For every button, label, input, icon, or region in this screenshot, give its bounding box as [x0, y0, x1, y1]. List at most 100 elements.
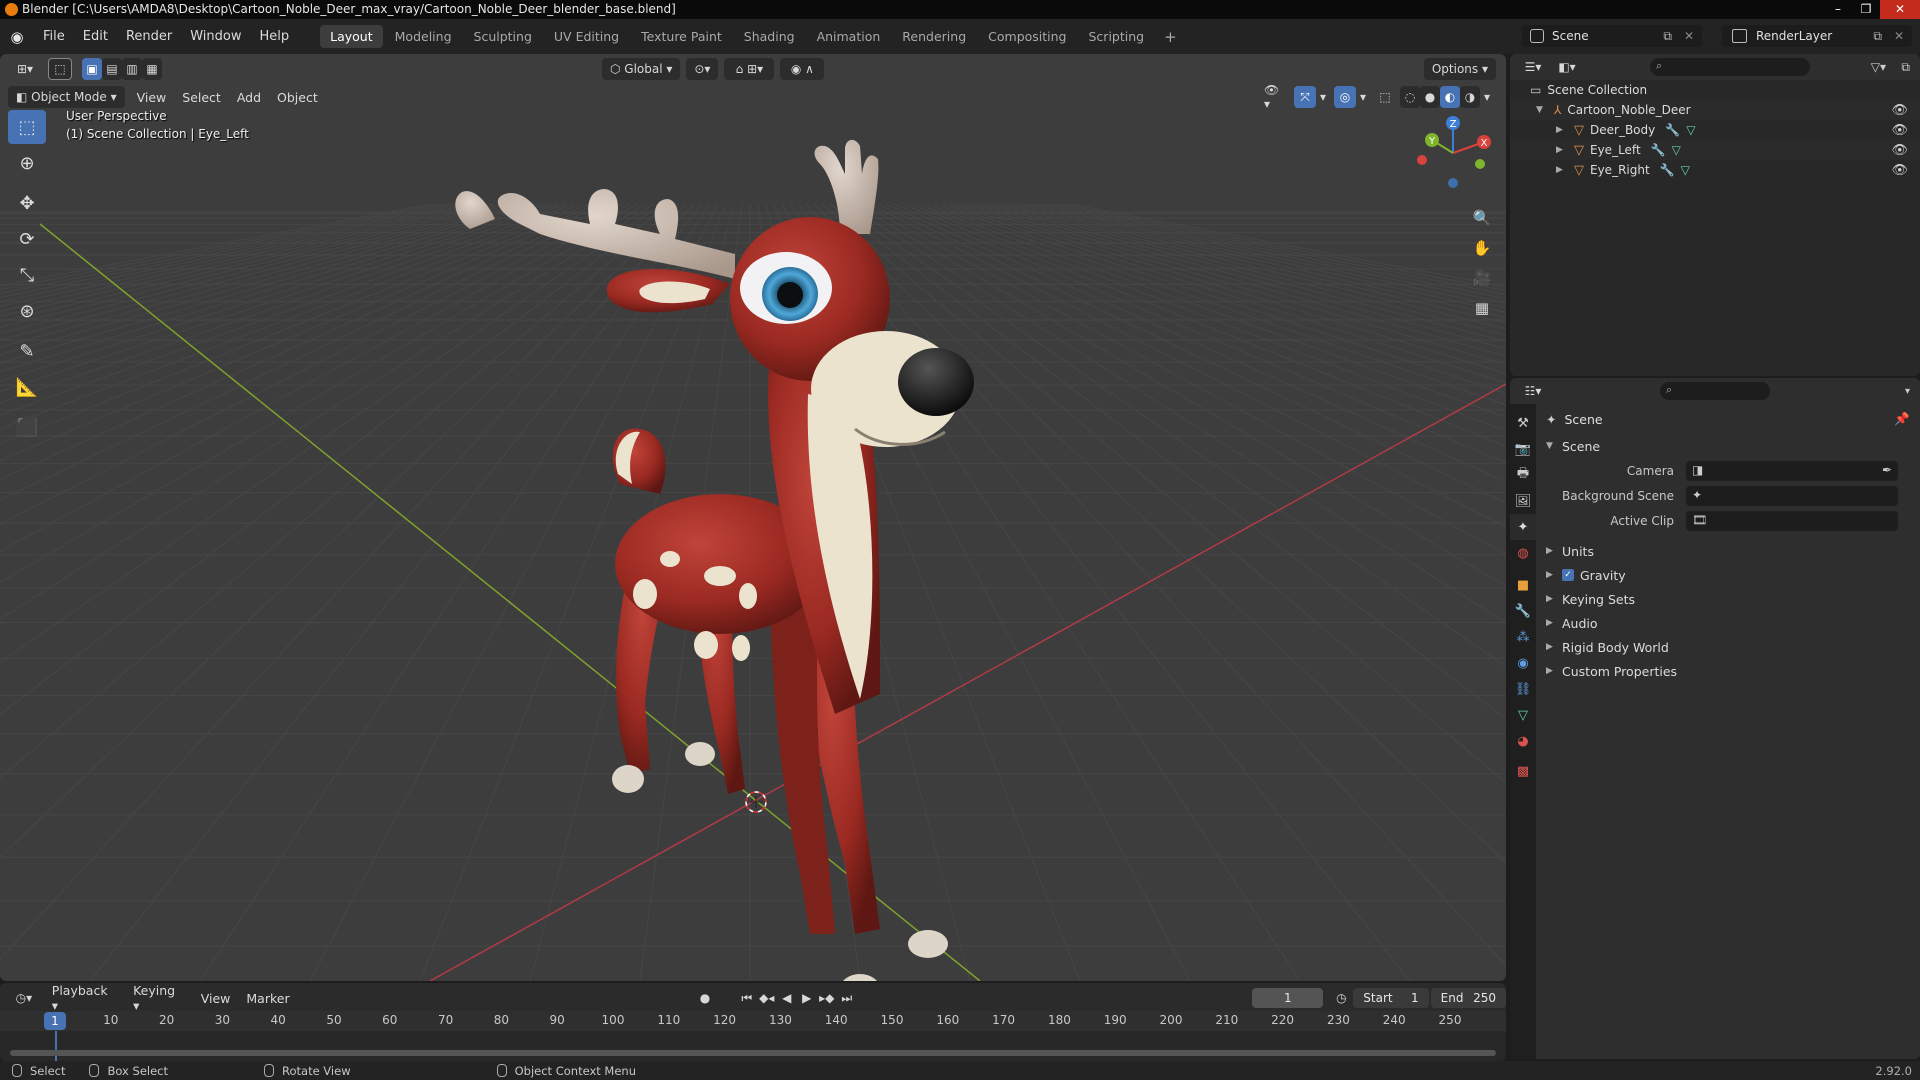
timeline-editor-type-icon[interactable]: ◷▾: [8, 987, 40, 1009]
mesh-data-icon[interactable]: ▽: [1686, 123, 1695, 137]
gizmo-dropdown-icon[interactable]: ▾: [1316, 86, 1330, 108]
new-scene-icon[interactable]: ⧉: [1663, 29, 1672, 44]
select-mode-subtract-icon[interactable]: ▥: [122, 58, 142, 80]
editor-type-icon[interactable]: ⊞▾: [8, 58, 42, 80]
select-box-tool-icon[interactable]: ⬚: [8, 110, 46, 144]
expand-triangle-icon[interactable]: ▶: [1556, 125, 1566, 135]
xray-icon[interactable]: ⬚: [1374, 86, 1396, 108]
tab-rendering[interactable]: Rendering: [892, 25, 976, 48]
play-icon[interactable]: ▶: [797, 987, 817, 1009]
3d-viewport[interactable]: ⊞▾ ⬚ ▣ ▤ ▥ ▦ ⬡ Global ▾ ⊙▾ ⌂ ⊞▾ ◉ ∧ Opti…: [0, 54, 1506, 981]
physics-tab-icon[interactable]: ◉: [1510, 650, 1536, 676]
shading-wireframe-icon[interactable]: ◌: [1400, 86, 1420, 108]
expand-triangle-icon[interactable]: ▶: [1556, 165, 1566, 175]
visibility-eye-icon[interactable]: 👁: [1891, 123, 1908, 138]
measure-tool-icon[interactable]: 📐: [8, 370, 46, 404]
timeline-menu-keying[interactable]: Keying ▾: [125, 983, 193, 1013]
transform-tool-icon[interactable]: ⊛: [8, 294, 46, 328]
preview-range-icon[interactable]: ◷: [1329, 987, 1353, 1009]
menu-render[interactable]: Render: [117, 29, 181, 44]
pin-icon[interactable]: 📌: [1894, 411, 1910, 427]
shading-rendered-icon[interactable]: ◑: [1460, 86, 1480, 108]
add-workspace-button[interactable]: +: [1156, 28, 1185, 46]
filter-icon[interactable]: ▽▾: [1871, 60, 1886, 74]
viewport-menu-object[interactable]: Object: [269, 90, 326, 105]
tab-uv-editing[interactable]: UV Editing: [544, 25, 629, 48]
zoom-icon[interactable]: 🔍: [1468, 204, 1496, 232]
mesh-data-icon[interactable]: ▽: [1681, 163, 1690, 177]
render-layer-selector[interactable]: RenderLayer ⧉ ✕: [1722, 25, 1912, 47]
modifier-wrench-icon[interactable]: 🔧: [1665, 123, 1680, 137]
pan-hand-icon[interactable]: ✋: [1468, 234, 1496, 262]
background-scene-field[interactable]: ✦: [1686, 485, 1898, 506]
timeline-track[interactable]: [0, 1031, 1506, 1061]
mode-dropdown[interactable]: ◧ Object Mode ▾: [8, 86, 125, 108]
data-tab-icon[interactable]: ▽: [1510, 702, 1536, 728]
minimize-button[interactable]: –: [1824, 0, 1852, 19]
current-frame-marker[interactable]: 1: [44, 1012, 66, 1030]
jump-end-icon[interactable]: ⏭: [837, 987, 857, 1009]
outliner-row-cartoon-noble-deer[interactable]: ▼ ⅄ Cartoon_Noble_Deer 👁: [1510, 100, 1920, 120]
panel-custom-properties-header[interactable]: ▶ Custom Properties: [1536, 659, 1920, 683]
close-button[interactable]: ✕: [1880, 0, 1920, 19]
properties-editor-type-icon[interactable]: ☷▾: [1518, 380, 1548, 402]
overlays-toggle-icon[interactable]: ◎: [1334, 86, 1356, 108]
outliner-row-deer-body[interactable]: ▶ ▽ Deer_Body 🔧 ▽ 👁: [1510, 120, 1920, 140]
tab-modeling[interactable]: Modeling: [385, 25, 462, 48]
gravity-checkbox[interactable]: ✓: [1562, 569, 1574, 581]
eyedropper-icon[interactable]: ✒: [1882, 463, 1892, 477]
panel-rigid-body-world-header[interactable]: ▶ Rigid Body World: [1536, 635, 1920, 659]
expand-triangle-icon[interactable]: ▼: [1536, 105, 1546, 115]
remove-render-layer-icon[interactable]: ✕: [1894, 29, 1904, 43]
panel-scene-header[interactable]: ▼ Scene: [1536, 434, 1920, 458]
transform-orientation-dropdown[interactable]: ⬡ Global ▾: [602, 58, 681, 80]
mesh-data-icon[interactable]: ▽: [1672, 143, 1681, 157]
outliner-root-row[interactable]: ▭ Scene Collection: [1510, 80, 1920, 100]
tab-scripting[interactable]: Scripting: [1079, 25, 1155, 48]
view-layer-tab-icon[interactable]: 🖼: [1510, 488, 1536, 514]
add-cube-tool-icon[interactable]: ⬛: [8, 410, 46, 444]
display-mode-icon[interactable]: ◧▾: [1552, 56, 1582, 78]
timeline-scrollbar[interactable]: [10, 1050, 1496, 1056]
material-tab-icon[interactable]: ◕: [1510, 728, 1536, 754]
outliner-editor-type-icon[interactable]: ☰▾: [1518, 56, 1548, 78]
jump-start-icon[interactable]: ⏮: [737, 987, 757, 1009]
blender-menu-icon[interactable]: ◉: [0, 28, 34, 46]
gizmo-toggle-icon[interactable]: ⤧: [1294, 86, 1316, 108]
panel-keying-sets-header[interactable]: ▶ Keying Sets: [1536, 587, 1920, 611]
pivot-point-icon[interactable]: ⊙▾: [686, 58, 719, 80]
menu-edit[interactable]: Edit: [74, 29, 117, 44]
scene-tab-icon[interactable]: ✦: [1510, 514, 1536, 540]
properties-search-input[interactable]: ⌕: [1660, 382, 1770, 400]
visibility-eye-icon[interactable]: 👁: [1891, 103, 1908, 118]
viewport-menu-add[interactable]: Add: [229, 90, 269, 105]
select-mode-extend-icon[interactable]: ▤: [102, 58, 122, 80]
menu-file[interactable]: File: [34, 29, 74, 44]
panel-units-header[interactable]: ▶ Units: [1536, 539, 1920, 563]
object-tab-icon[interactable]: ■: [1510, 572, 1536, 598]
select-mode-invert-icon[interactable]: ▦: [142, 58, 162, 80]
annotate-tool-icon[interactable]: ✎: [8, 334, 46, 368]
visibility-icon[interactable]: 👁▾: [1258, 83, 1290, 111]
panel-gravity-header[interactable]: ▶ ✓ Gravity: [1536, 563, 1920, 587]
select-mode-new-icon[interactable]: ▣: [82, 58, 102, 80]
tab-shading[interactable]: Shading: [734, 25, 805, 48]
menu-help[interactable]: Help: [251, 29, 299, 44]
tab-compositing[interactable]: Compositing: [978, 25, 1076, 48]
active-clip-field[interactable]: 🎞: [1686, 510, 1898, 531]
shading-solid-icon[interactable]: ●: [1420, 86, 1440, 108]
maximize-button[interactable]: ❐: [1852, 0, 1880, 19]
render-tab-icon[interactable]: 📷: [1510, 436, 1536, 462]
options-dropdown[interactable]: Options ▾: [1423, 58, 1496, 80]
next-keyframe-icon[interactable]: ▸◆: [817, 987, 837, 1009]
deer-model[interactable]: [455, 139, 974, 981]
output-tab-icon[interactable]: 🖶: [1510, 462, 1536, 488]
tab-layout[interactable]: Layout: [320, 25, 383, 48]
visibility-eye-icon[interactable]: 👁: [1891, 143, 1908, 158]
shading-material-icon[interactable]: ◐: [1440, 86, 1460, 108]
start-frame-field[interactable]: Start 1: [1353, 988, 1429, 1008]
cursor-tool-icon[interactable]: ⊕: [8, 146, 46, 180]
tool-tab-icon[interactable]: ⚒: [1510, 410, 1536, 436]
prev-keyframe-icon[interactable]: ◆◂: [757, 987, 777, 1009]
timeline-menu-marker[interactable]: Marker: [238, 991, 297, 1006]
